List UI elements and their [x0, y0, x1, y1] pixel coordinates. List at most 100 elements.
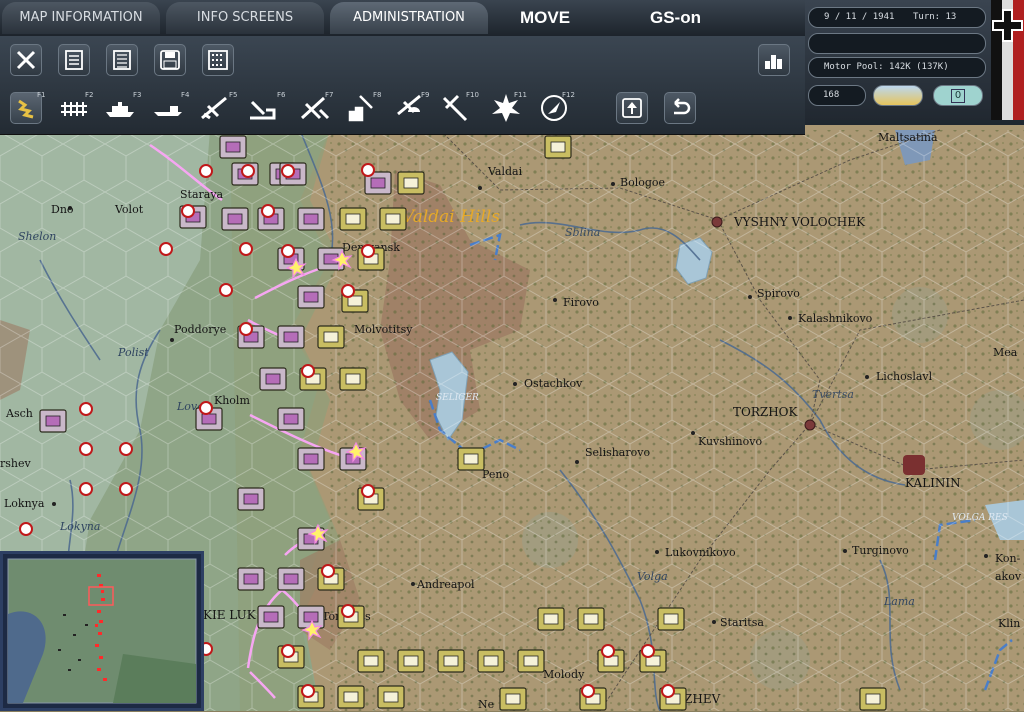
german-unit-counter[interactable]	[357, 649, 385, 673]
town-label: Firovo	[563, 296, 599, 309]
soviet-unit-counter[interactable]	[259, 367, 287, 391]
soviet-unit-counter[interactable]	[297, 285, 325, 309]
artillery-icon	[250, 100, 276, 120]
artillery-button[interactable]	[246, 92, 278, 124]
move-mode-label: MOVE	[520, 8, 571, 27]
tab-map-information[interactable]: MAP INFORMATION	[2, 2, 160, 34]
iron-cross-icon	[992, 9, 1023, 42]
german-unit-counter[interactable]	[499, 687, 527, 711]
town-label: Valdai	[487, 165, 523, 178]
soviet-unit-counter[interactable]	[237, 487, 265, 511]
objective-marker	[199, 401, 213, 415]
german-unit-counter[interactable]	[377, 685, 405, 709]
grid-icon	[208, 50, 228, 70]
german-unit-counter[interactable]	[339, 367, 367, 391]
german-unit-counter[interactable]	[457, 447, 485, 471]
german-unit-counter[interactable]	[317, 325, 345, 349]
town-label: Asch	[5, 407, 33, 420]
german-unit-counter[interactable]	[397, 171, 425, 195]
german-unit-counter[interactable]	[859, 687, 887, 711]
amphibious-button[interactable]	[152, 92, 184, 124]
mini-map[interactable]	[0, 551, 204, 711]
gs-mode-label[interactable]: GS-on	[650, 0, 701, 36]
tab-info-screens[interactable]: INFO SCREENS	[166, 2, 324, 34]
naval-transport-button[interactable]	[104, 92, 136, 124]
objective-marker	[661, 684, 675, 698]
objective-marker	[19, 522, 33, 536]
fkey-label: F5	[229, 91, 238, 99]
town-label: Kuvshinovo	[698, 435, 762, 448]
objective-marker	[301, 684, 315, 698]
fkey-label: F8	[373, 91, 382, 99]
floppy-disk-icon	[160, 50, 180, 70]
tab-administration[interactable]: ADMINISTRATION	[330, 2, 488, 34]
close-button[interactable]	[10, 44, 42, 76]
objective-marker	[361, 244, 375, 258]
objective-marker	[119, 442, 133, 456]
town-label: TORZHOK	[733, 405, 799, 419]
town-label: Maltsatina	[878, 131, 938, 144]
unit-report-button[interactable]	[58, 44, 90, 76]
status-panel: 9 / 11 / 1941 Turn: 13 Motor Pool: 142K …	[805, 0, 1024, 125]
undo-button[interactable]	[664, 92, 696, 124]
german-unit-counter[interactable]	[339, 207, 367, 231]
town-label: KIE LUK	[203, 608, 257, 622]
terrain-label: VOLGA RES	[952, 513, 1008, 523]
list-button[interactable]	[106, 44, 138, 76]
soviet-unit-counter[interactable]	[297, 447, 325, 471]
soviet-unit-counter[interactable]	[39, 409, 67, 433]
town-label: Kon-	[995, 552, 1021, 565]
soviet-unit-counter[interactable]	[237, 567, 265, 591]
save-button[interactable]	[154, 44, 186, 76]
soviet-unit-counter[interactable]	[277, 567, 305, 591]
air-transfer-button[interactable]	[198, 92, 230, 124]
soviet-unit-counter[interactable]	[277, 325, 305, 349]
town-label: Selisharovo	[585, 446, 650, 459]
soviet-unit-counter[interactable]	[277, 407, 305, 431]
german-unit-counter[interactable]	[337, 685, 365, 709]
german-unit-counter[interactable]	[537, 607, 565, 631]
list-icon	[113, 50, 131, 70]
objective-marker	[119, 482, 133, 496]
objective-marker	[181, 204, 195, 218]
objective-marker	[341, 284, 355, 298]
fkey-label: F10	[466, 91, 479, 99]
german-unit-counter[interactable]	[437, 649, 465, 673]
objective-marker	[239, 322, 253, 336]
town-label: Kholm	[214, 394, 250, 407]
town-label: Lukovnikovo	[665, 546, 736, 559]
german-unit-counter[interactable]	[379, 207, 407, 231]
german-unit-counter[interactable]	[397, 649, 425, 673]
motor-pool-field: Motor Pool: 142K (137K)	[808, 57, 986, 78]
town-label: Ne	[478, 698, 494, 711]
terrain-label: SELIGER	[436, 393, 479, 403]
terrain-label: Shelon	[18, 230, 56, 243]
weather-indicator[interactable]	[873, 85, 923, 106]
objective-marker	[281, 644, 295, 658]
town-label: Staraya	[180, 188, 224, 201]
soviet-unit-counter[interactable]	[297, 207, 325, 231]
german-unit-counter[interactable]	[577, 607, 605, 631]
german-unit-counter[interactable]	[517, 649, 545, 673]
soviet-unit-counter[interactable]	[221, 207, 249, 231]
town-label: akov	[995, 570, 1022, 583]
town-label: Molody	[543, 668, 585, 681]
german-unit-counter[interactable]	[657, 607, 685, 631]
german-unit-counter[interactable]	[477, 649, 505, 673]
objective-marker	[581, 684, 595, 698]
upgrade-button[interactable]	[616, 92, 648, 124]
soviet-unit-counter[interactable]	[257, 605, 285, 629]
fkey-label: F12	[562, 91, 575, 99]
nation-flag	[991, 0, 1024, 120]
message-field	[808, 33, 986, 54]
objective-marker	[79, 442, 93, 456]
up-arrow-icon	[622, 98, 642, 118]
options-button[interactable]	[202, 44, 234, 76]
german-unit-counter[interactable]	[544, 135, 572, 159]
reserve-indicator[interactable]: 0	[933, 85, 983, 106]
close-icon	[16, 50, 36, 70]
statistics-button[interactable]	[758, 44, 790, 76]
soviet-unit-counter[interactable]	[219, 135, 247, 159]
town-label: Peno	[482, 468, 510, 481]
town-label: Staritsa	[720, 616, 764, 629]
